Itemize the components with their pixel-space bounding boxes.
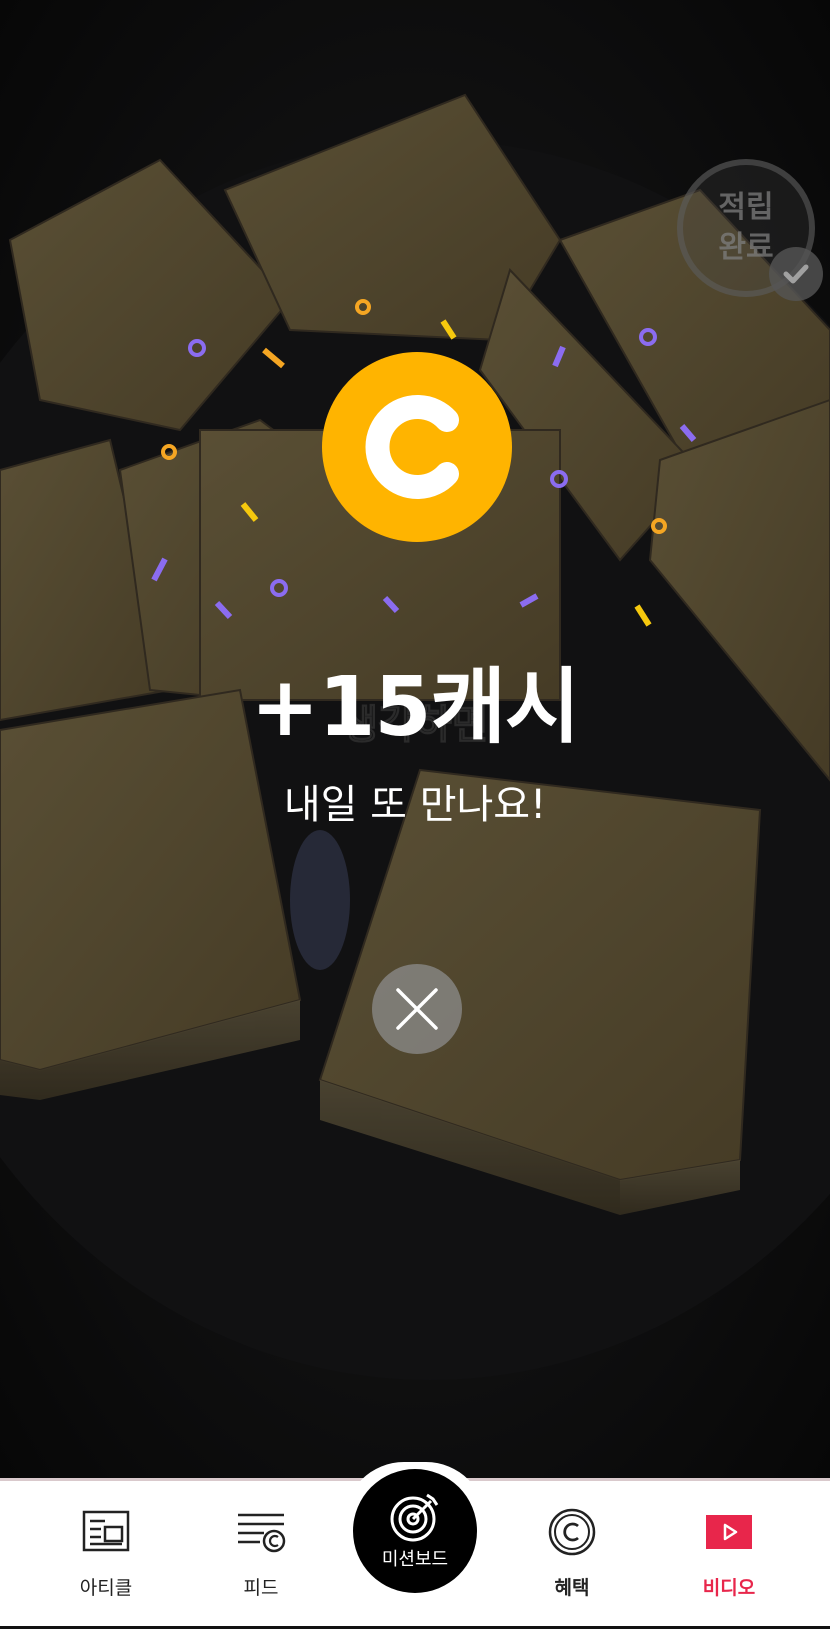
reward-amount: +15캐시: [250, 660, 581, 755]
nav-label-feed: 피드: [243, 1577, 279, 1599]
nav-item-feed[interactable]: 피드: [196, 1481, 326, 1629]
nav-item-article[interactable]: 아티클: [41, 1481, 171, 1629]
feed-icon: [238, 1513, 286, 1553]
nav-item-video[interactable]: 비디오: [664, 1481, 794, 1629]
nav-item-benefit[interactable]: 혜택: [507, 1481, 637, 1629]
nav-label-article: 아티클: [79, 1577, 133, 1599]
close-icon: [396, 988, 438, 1030]
video-play-icon: [706, 1515, 752, 1549]
nav-label-missionboard: 미션보드: [381, 1549, 449, 1570]
confetti-decoration: [151, 299, 697, 627]
cash-coin-icon: [322, 352, 512, 542]
nav-label-video: 비디오: [702, 1577, 756, 1599]
close-button[interactable]: [372, 964, 462, 1054]
target-icon: [390, 1493, 439, 1542]
article-icon: [82, 1510, 130, 1552]
nav-item-missionboard[interactable]: 미션보드: [353, 1469, 477, 1593]
reward-message: 내일 또 만나요!: [283, 782, 547, 828]
benefit-coin-icon: [548, 1508, 596, 1556]
nav-label-benefit: 혜택: [554, 1577, 590, 1599]
